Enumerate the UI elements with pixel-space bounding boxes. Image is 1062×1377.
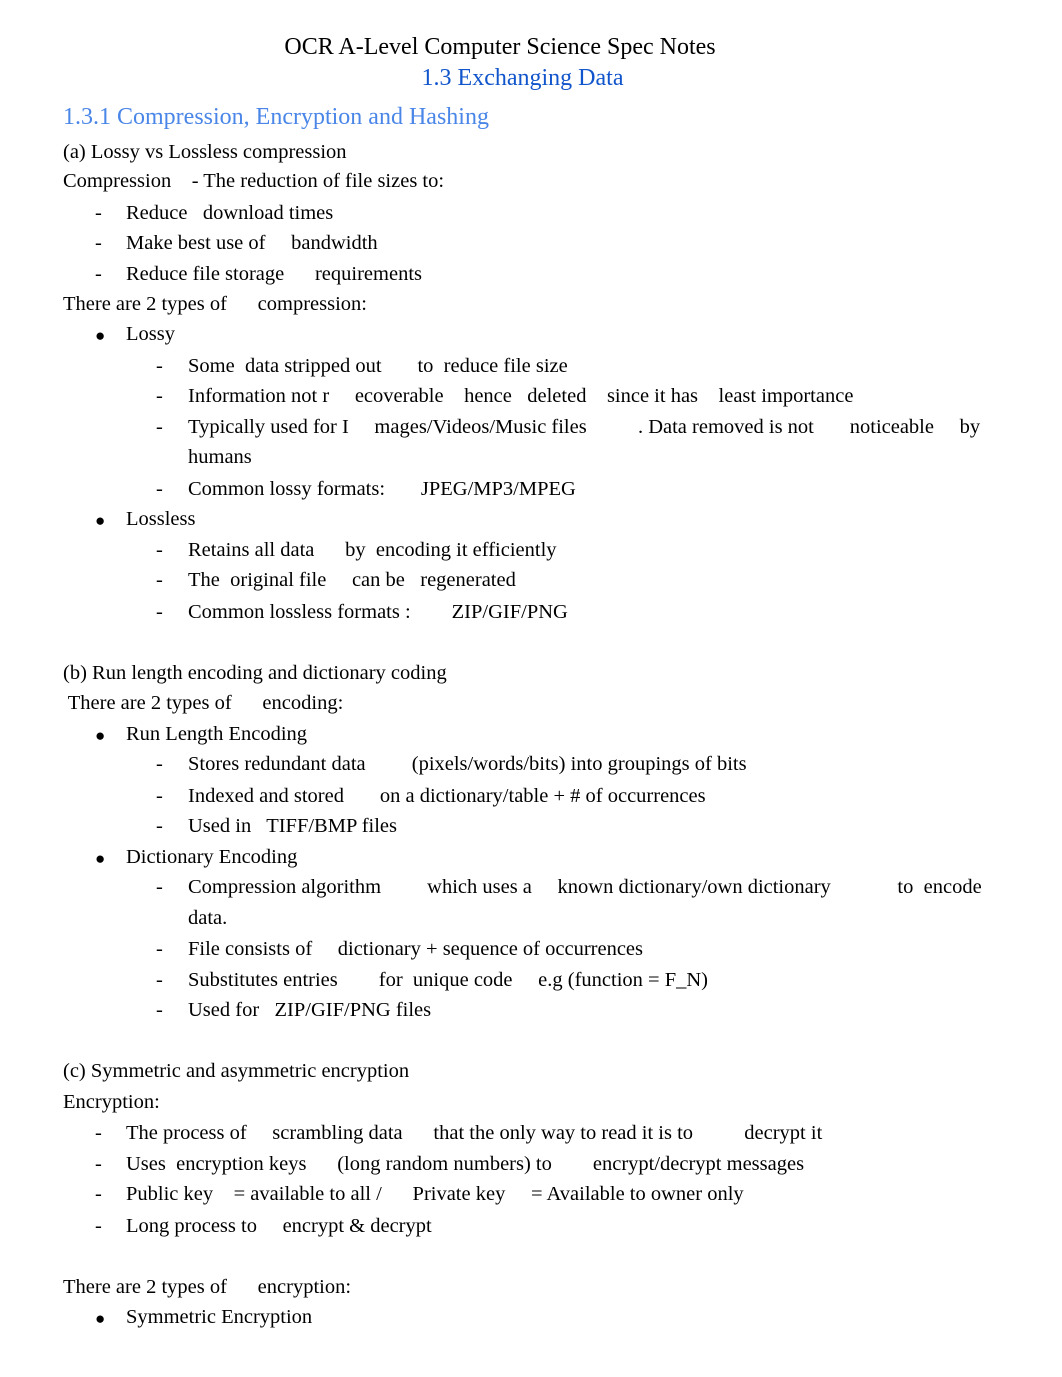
list-item: Common lossless formats : ZIP/GIF/PNG <box>188 601 568 623</box>
list-item-continuation: humans <box>188 446 252 468</box>
compression-definition: Compression - The reduction of file size… <box>63 170 445 192</box>
subsection-heading-a: (a) Lossy vs Lossless compression <box>63 141 347 163</box>
list-item: Information not r ecoverable hence delet… <box>188 385 854 407</box>
bullet-marker: ● <box>95 726 106 745</box>
encryption-definition-label: Encryption: <box>63 1091 160 1113</box>
list-item-dictionary: Dictionary Encoding <box>126 846 298 868</box>
dash-marker: - <box>95 1183 102 1205</box>
encryption-types-intro: There are 2 types of encryption: <box>63 1276 352 1298</box>
dash-marker: - <box>95 263 102 285</box>
compression-types-intro: There are 2 types of compression: <box>63 293 367 315</box>
bullet-marker: ● <box>95 1309 106 1328</box>
bullet-marker: ● <box>95 511 106 530</box>
bullet-marker: ● <box>95 849 106 868</box>
list-item: The process of scrambling data that the … <box>126 1122 823 1144</box>
list-item: Used in TIFF/BMP files <box>188 815 398 837</box>
dash-marker: - <box>95 202 102 224</box>
dash-marker: - <box>156 815 163 837</box>
bullet-marker: ● <box>95 326 106 345</box>
list-item-rle: Run Length Encoding <box>126 723 308 745</box>
list-item: Long process to encrypt & decrypt <box>126 1215 432 1237</box>
list-item: Compression algorithm which uses a known… <box>188 876 982 898</box>
dash-marker: - <box>156 601 163 623</box>
dash-marker: - <box>156 753 163 775</box>
dash-marker: - <box>156 876 163 898</box>
dash-marker: - <box>95 1153 102 1175</box>
section-heading: 1.3.1 Compression, Encryption and Hashin… <box>63 104 489 130</box>
document-title-text: OCR A-Level Computer Science Spec Notes <box>284 34 716 60</box>
list-item: Uses encryption keys (long random number… <box>126 1153 805 1175</box>
list-item: Retains all data by encoding it efficien… <box>188 539 557 561</box>
dash-marker: - <box>95 1215 102 1237</box>
dash-marker: - <box>156 938 163 960</box>
list-item: Make best use of bandwidth <box>126 232 378 254</box>
dash-marker: - <box>156 355 163 377</box>
list-item: Stores redundant data (pixels/words/bits… <box>188 753 747 775</box>
dash-marker: - <box>156 569 163 591</box>
dash-marker: - <box>95 1122 102 1144</box>
document-title: OCR A-Level Computer Science Spec Notes <box>0 32 1000 62</box>
list-item: Reduce file storage requirements <box>126 263 422 285</box>
list-item: Indexed and stored on a dictionary/table… <box>188 785 706 807</box>
dash-marker: - <box>156 969 163 991</box>
list-item-lossless: Lossless <box>126 508 196 530</box>
list-item: Reduce download times <box>126 202 334 224</box>
list-item: Common lossy formats: JPEG/MP3/MPEG <box>188 478 576 500</box>
list-item-symmetric: Symmetric Encryption <box>126 1306 313 1328</box>
list-item: Used for ZIP/GIF/PNG files <box>188 999 432 1021</box>
list-item: Public key = available to all / Private … <box>126 1183 744 1205</box>
dash-marker: - <box>156 785 163 807</box>
list-item: Substitutes entries for unique code e.g … <box>188 969 708 991</box>
dash-marker: - <box>156 539 163 561</box>
dash-marker: - <box>156 416 163 438</box>
list-item-continuation: data. <box>188 907 228 929</box>
list-item: Some data stripped out to reduce file si… <box>188 355 568 377</box>
dash-marker: - <box>156 999 163 1021</box>
list-item: The original file can be regenerated <box>188 569 516 591</box>
dash-marker: - <box>95 232 102 254</box>
subsection-heading-c: (c) Symmetric and asymmetric encryption <box>63 1060 410 1082</box>
list-item-lossy: Lossy <box>126 323 175 345</box>
document-subtitle: 1.3 Exchanging Data <box>421 65 624 91</box>
dash-marker: - <box>156 385 163 407</box>
dash-marker: - <box>156 478 163 500</box>
list-item: Typically used for I mages/Videos/Music … <box>188 416 981 438</box>
subsection-heading-b: (b) Run length encoding and dictionary c… <box>63 662 447 684</box>
encoding-types-intro: There are 2 types of encoding: <box>63 692 344 714</box>
list-item: File consists of dictionary + sequence o… <box>188 938 644 960</box>
